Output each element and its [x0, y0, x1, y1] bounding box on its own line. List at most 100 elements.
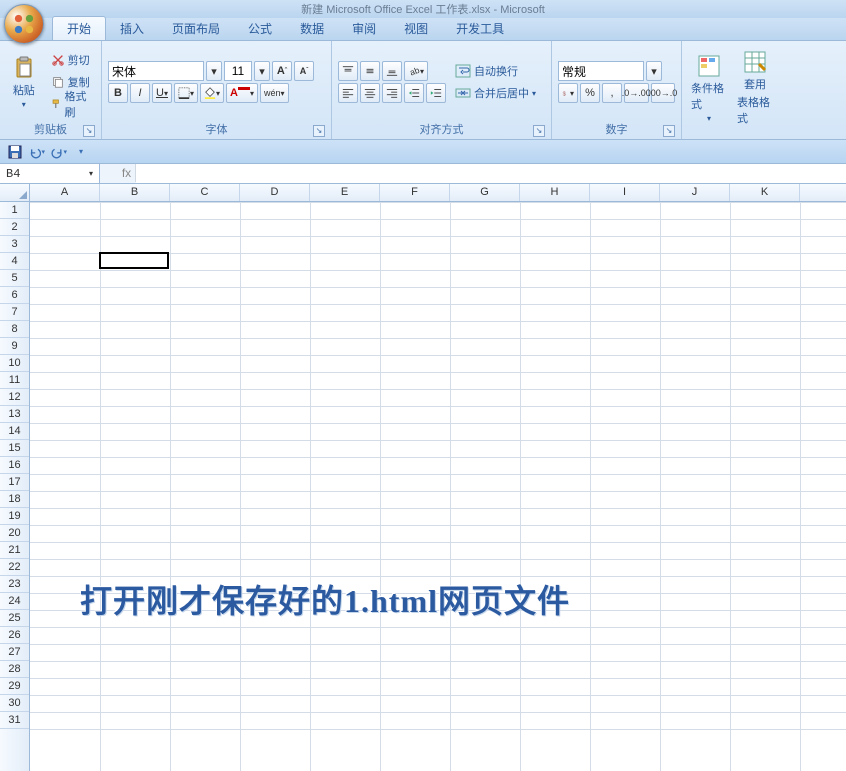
- row-header[interactable]: 23: [0, 576, 29, 593]
- underline-button[interactable]: U ▾: [152, 83, 172, 103]
- row-header[interactable]: 29: [0, 678, 29, 695]
- font-size-dropdown[interactable]: ▾: [254, 61, 270, 81]
- clipboard-launcher[interactable]: ↘: [83, 125, 95, 137]
- align-bottom-button[interactable]: [382, 61, 402, 81]
- row-header[interactable]: 22: [0, 559, 29, 576]
- percent-button[interactable]: %: [580, 83, 600, 103]
- column-header[interactable]: A: [30, 184, 100, 201]
- decrease-indent-button[interactable]: [404, 83, 424, 103]
- row-header[interactable]: 18: [0, 491, 29, 508]
- column-header[interactable]: H: [520, 184, 590, 201]
- row-header[interactable]: 11: [0, 372, 29, 389]
- row-header[interactable]: 16: [0, 457, 29, 474]
- align-middle-button[interactable]: [360, 61, 380, 81]
- row-header[interactable]: 1: [0, 202, 29, 219]
- row-header[interactable]: 4: [0, 253, 29, 270]
- row-header[interactable]: 10: [0, 355, 29, 372]
- align-left-button[interactable]: [338, 83, 358, 103]
- column-header[interactable]: D: [240, 184, 310, 201]
- conditional-format-button[interactable]: 条件格式 ▾: [688, 45, 730, 131]
- column-header[interactable]: F: [380, 184, 450, 201]
- row-header[interactable]: 15: [0, 440, 29, 457]
- row-header[interactable]: 21: [0, 542, 29, 559]
- align-center-button[interactable]: [360, 83, 380, 103]
- column-header[interactable]: E: [310, 184, 380, 201]
- row-header[interactable]: 30: [0, 695, 29, 712]
- qat-customize-button[interactable]: ▾: [72, 143, 90, 161]
- paste-button[interactable]: 粘贴 ▾: [6, 45, 42, 119]
- shrink-font-button[interactable]: Aˇ: [294, 61, 314, 81]
- tab-2[interactable]: 页面布局: [158, 17, 234, 40]
- comma-button[interactable]: ,: [602, 83, 622, 103]
- row-header[interactable]: 13: [0, 406, 29, 423]
- row-header[interactable]: 19: [0, 508, 29, 525]
- italic-button[interactable]: I: [130, 83, 150, 103]
- office-button[interactable]: [4, 4, 44, 44]
- number-launcher[interactable]: ↘: [663, 125, 675, 137]
- grow-font-button[interactable]: Aˆ: [272, 61, 292, 81]
- row-header[interactable]: 5: [0, 270, 29, 287]
- orientation-button[interactable]: ab▾: [404, 61, 428, 81]
- border-button[interactable]: ▾: [174, 83, 198, 103]
- row-header[interactable]: 14: [0, 423, 29, 440]
- font-size-input[interactable]: [224, 61, 252, 81]
- alignment-launcher[interactable]: ↘: [533, 125, 545, 137]
- cell-grid[interactable]: 打开刚才保存好的1.html网页文件: [30, 202, 846, 771]
- column-header[interactable]: I: [590, 184, 660, 201]
- font-color-button[interactable]: A▾: [226, 83, 258, 103]
- increase-decimal-button[interactable]: .0→.00: [624, 83, 649, 103]
- bold-button[interactable]: B: [108, 83, 128, 103]
- number-format-dropdown[interactable]: ▾: [646, 61, 662, 81]
- tab-5[interactable]: 审阅: [338, 17, 390, 40]
- undo-button[interactable]: ▾: [28, 143, 46, 161]
- row-header[interactable]: 8: [0, 321, 29, 338]
- column-header[interactable]: G: [450, 184, 520, 201]
- row-header[interactable]: 31: [0, 712, 29, 729]
- row-header[interactable]: 26: [0, 627, 29, 644]
- formula-input[interactable]: [136, 165, 846, 183]
- row-header[interactable]: 17: [0, 474, 29, 491]
- column-header[interactable]: K: [730, 184, 800, 201]
- name-box[interactable]: B4 ▾: [0, 164, 100, 183]
- align-right-button[interactable]: [382, 83, 402, 103]
- tab-7[interactable]: 开发工具: [442, 17, 518, 40]
- row-header[interactable]: 6: [0, 287, 29, 304]
- tab-0[interactable]: 开始: [52, 16, 106, 40]
- merge-center-button[interactable]: 合并后居中▾: [450, 83, 541, 103]
- row-header[interactable]: 3: [0, 236, 29, 253]
- row-header[interactable]: 24: [0, 593, 29, 610]
- decrease-decimal-button[interactable]: .00→.0: [651, 83, 676, 103]
- font-name-dropdown[interactable]: ▾: [206, 61, 222, 81]
- table-format-button[interactable]: 套用 表格格式: [734, 45, 776, 131]
- fill-color-button[interactable]: ▾: [200, 83, 224, 103]
- font-launcher[interactable]: ↘: [313, 125, 325, 137]
- column-header[interactable]: B: [100, 184, 170, 201]
- align-top-button[interactable]: [338, 61, 358, 81]
- number-format-input[interactable]: [558, 61, 644, 81]
- row-header[interactable]: 28: [0, 661, 29, 678]
- select-all-corner[interactable]: [0, 184, 30, 201]
- tab-4[interactable]: 数据: [286, 17, 338, 40]
- row-header[interactable]: 27: [0, 644, 29, 661]
- row-header[interactable]: 2: [0, 219, 29, 236]
- wrap-text-button[interactable]: 自动换行: [450, 61, 523, 81]
- tab-6[interactable]: 视图: [390, 17, 442, 40]
- pinyin-button[interactable]: wén▾: [260, 83, 289, 103]
- row-header[interactable]: 25: [0, 610, 29, 627]
- redo-button[interactable]: ▾: [50, 143, 68, 161]
- tab-3[interactable]: 公式: [234, 17, 286, 40]
- currency-button[interactable]: $▾: [558, 83, 578, 103]
- increase-indent-button[interactable]: [426, 83, 446, 103]
- cut-button[interactable]: 剪切: [46, 50, 95, 70]
- row-header[interactable]: 12: [0, 389, 29, 406]
- font-name-input[interactable]: [108, 61, 204, 81]
- insert-function-button[interactable]: fx: [118, 164, 136, 182]
- tab-1[interactable]: 插入: [106, 17, 158, 40]
- row-header[interactable]: 9: [0, 338, 29, 355]
- row-header[interactable]: 20: [0, 525, 29, 542]
- format-painter-button[interactable]: 格式刷: [46, 94, 95, 114]
- row-header[interactable]: 7: [0, 304, 29, 321]
- column-header[interactable]: C: [170, 184, 240, 201]
- save-button[interactable]: [6, 143, 24, 161]
- column-header[interactable]: J: [660, 184, 730, 201]
